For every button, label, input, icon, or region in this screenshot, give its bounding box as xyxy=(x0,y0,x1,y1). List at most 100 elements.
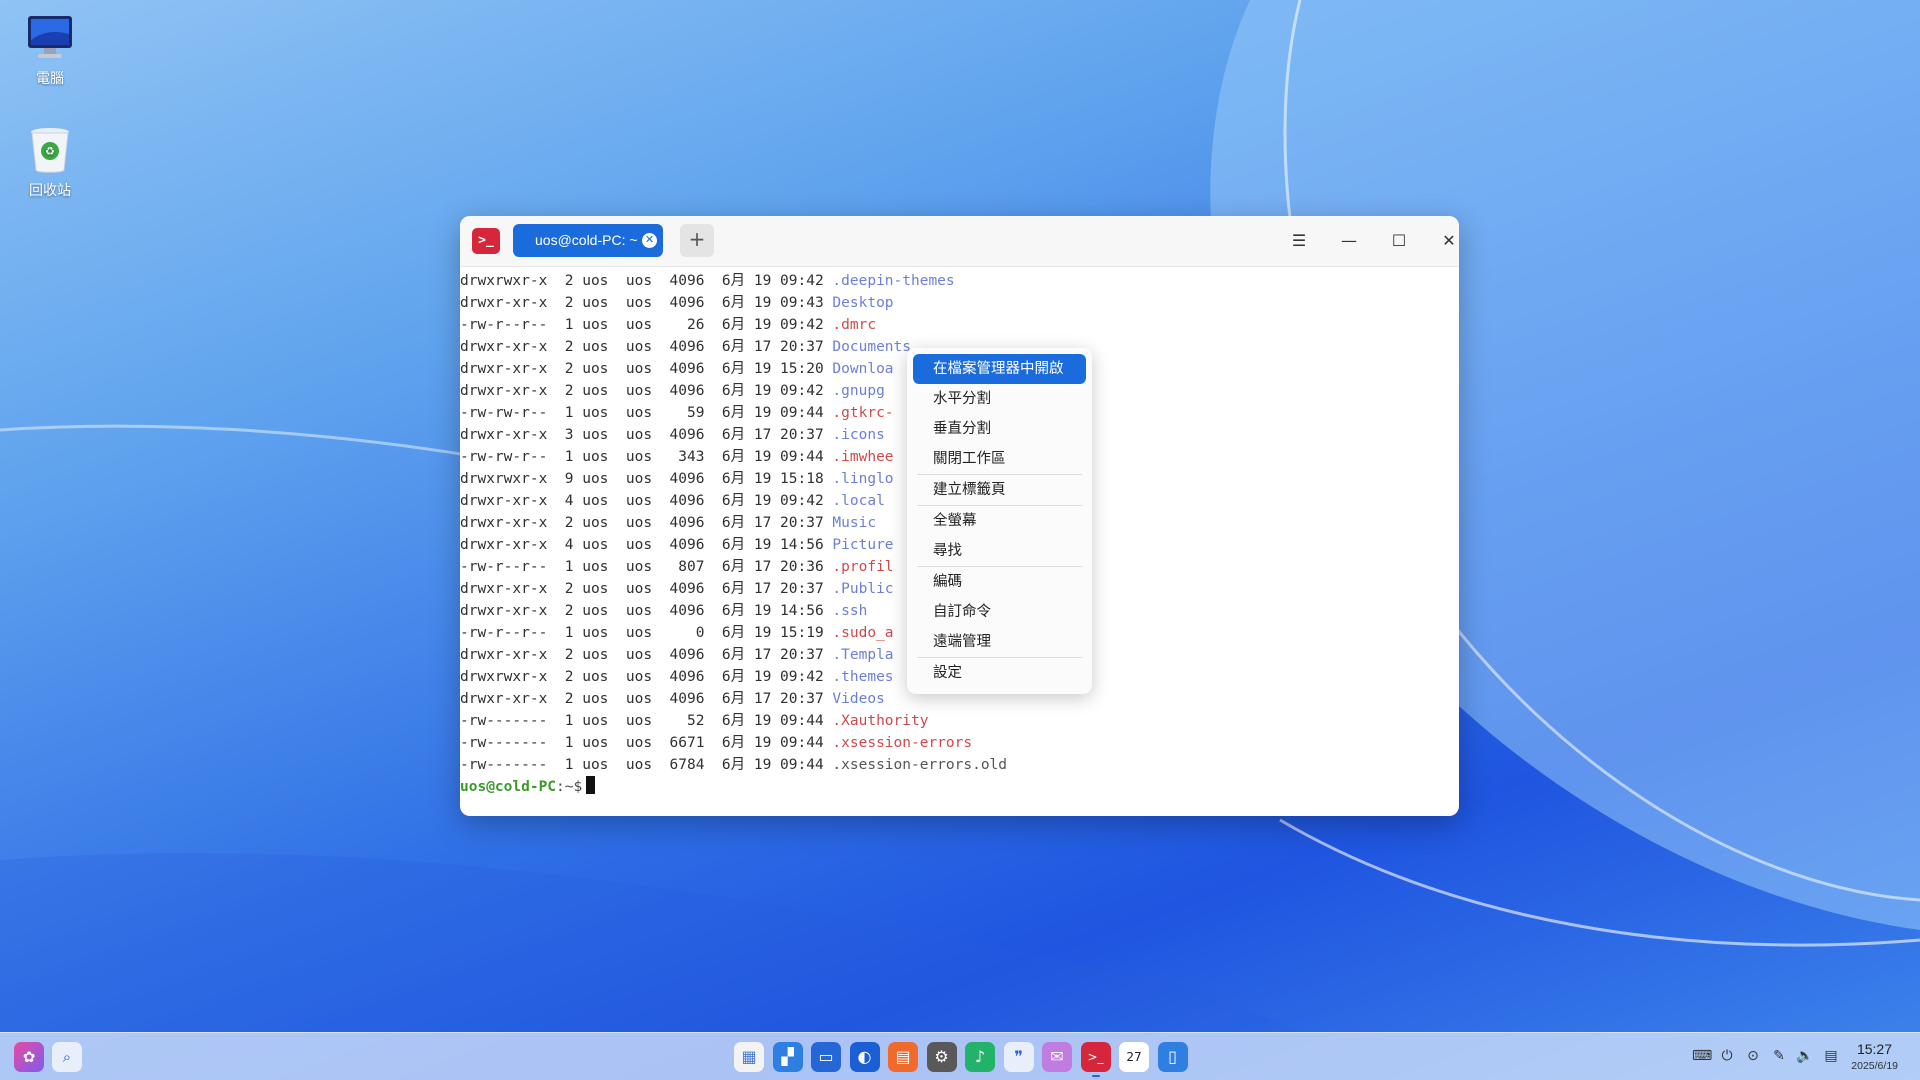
running-indicator xyxy=(1091,1075,1100,1077)
context-menu-item[interactable]: 關閉工作區 xyxy=(913,444,1086,474)
tab-title: uos@cold-PC: ~ xyxy=(535,232,638,248)
volume-icon[interactable]: 🔈 xyxy=(1796,1047,1814,1065)
desktop-icon-label: 電腦 xyxy=(36,71,64,87)
close-tab-icon[interactable]: ✕ xyxy=(642,233,657,248)
power-icon[interactable]: ⏻ xyxy=(1718,1047,1736,1065)
prompt-line[interactable]: uos@cold-PC:~$ xyxy=(460,776,1459,798)
listing-filename: Documents xyxy=(832,339,911,355)
listing-meta: drwxr-xr-x 2 uos uos 4096 6月 19 09:43 xyxy=(460,295,833,311)
listing-filename: .local xyxy=(832,493,885,509)
listing-meta: drwxrwxr-x 9 uos uos 4096 6月 19 15:18 xyxy=(460,471,833,487)
listing-filename: .gtkrc- xyxy=(832,405,894,421)
context-menu-item[interactable]: 建立標籤頁 xyxy=(913,475,1086,505)
context-menu-item[interactable]: 垂直分割 xyxy=(913,414,1086,444)
listing-meta: drwxr-xr-x 3 uos uos 4096 6月 17 20:37 xyxy=(460,427,833,443)
listing-meta: drwxr-xr-x 4 uos uos 4096 6月 19 14:56 xyxy=(460,537,833,553)
listing-meta: drwxr-xr-x 2 uos uos 4096 6月 19 14:56 xyxy=(460,603,833,619)
listing-filename: .imwhee xyxy=(832,449,894,465)
listing-line: -rw-r--r-- 1 uos uos 26 6月 19 09:42 .dmr… xyxy=(460,314,1459,336)
listing-meta: -rw-rw-r-- 1 uos uos 343 6月 19 09:44 xyxy=(460,449,833,465)
title-bar[interactable]: >_ uos@cold-PC: ~ ✕ + ☰ — ☐ ✕ xyxy=(460,216,1459,267)
search-icon[interactable]: ⌕ xyxy=(52,1042,82,1072)
launcher-icon[interactable]: ✿ xyxy=(14,1042,44,1072)
trash-icon: ♻ xyxy=(24,124,76,176)
clock-date: 2025/6/19 xyxy=(1851,1060,1898,1072)
notification-icon[interactable]: ⊙ xyxy=(1744,1047,1762,1065)
listing-meta: drwxr-xr-x 2 uos uos 4096 6月 17 20:37 xyxy=(460,647,833,663)
calendar-icon[interactable]: 27 xyxy=(1119,1042,1149,1072)
maximize-icon[interactable]: ☐ xyxy=(1384,226,1414,256)
close-window-icon[interactable]: ✕ xyxy=(1434,226,1459,256)
pen-icon[interactable]: ✎ xyxy=(1770,1047,1788,1065)
file-manager-icon[interactable]: ▭ xyxy=(811,1042,841,1072)
listing-filename: .Public xyxy=(832,581,894,597)
browser-icon[interactable]: ◐ xyxy=(849,1042,880,1072)
listing-filename: .deepin-themes xyxy=(832,273,955,289)
text-cursor xyxy=(586,776,596,794)
context-menu-item[interactable]: 在檔案管理器中開啟 xyxy=(913,354,1086,384)
minimize-icon[interactable]: — xyxy=(1334,226,1364,256)
app-grid-icon[interactable]: ▦ xyxy=(734,1042,764,1072)
settings-icon[interactable]: ⚙ xyxy=(926,1042,957,1072)
clock-time[interactable]: 15:27 xyxy=(1857,1041,1892,1057)
listing-filename: Picture xyxy=(832,537,894,553)
listing-line: -rw------- 1 uos uos 52 6月 19 09:44 .Xau… xyxy=(460,710,1459,732)
listing-filename: Music xyxy=(832,515,877,531)
listing-meta: -rw------- 1 uos uos 6671 6月 19 09:44 xyxy=(460,735,833,751)
context-menu-item[interactable]: 水平分割 xyxy=(913,384,1086,414)
listing-line: drwxr-xr-x 2 uos uos 4096 6月 19 09:43 De… xyxy=(460,292,1459,314)
listing-meta: -rw-r--r-- 1 uos uos 26 6月 19 09:42 xyxy=(460,317,833,333)
multitask-view-icon[interactable]: ▞ xyxy=(772,1042,803,1072)
listing-meta: -rw------- 1 uos uos 6784 6月 19 09:44 xyxy=(460,757,833,773)
listing-line: -rw------- 1 uos uos 6784 6月 19 09:44 .x… xyxy=(460,754,1459,776)
terminal-app-icon: >_ xyxy=(472,228,500,254)
listing-meta: drwxrwxr-x 2 uos uos 4096 6月 19 09:42 xyxy=(460,273,833,289)
context-menu-item[interactable]: 遠端管理 xyxy=(913,627,1086,657)
listing-filename: .dmrc xyxy=(832,317,877,333)
listing-line: drwxrwxr-x 2 uos uos 4096 6月 19 09:42 .d… xyxy=(460,270,1459,292)
keyboard-icon[interactable]: ⌨ xyxy=(1692,1047,1712,1065)
listing-meta: drwxr-xr-x 2 uos uos 4096 6月 17 20:37 xyxy=(460,515,833,531)
taskbar: ✿ ⌕ ▦ ▞ ▭ ◐ ▤ ⚙ ♪ ❞ ✉ >_ 27 ▯ ⌨ ⏻ ⊙ ✎ 🔈 ▤ 15:27 202… xyxy=(0,1032,1920,1080)
listing-filename: Downloa xyxy=(832,361,894,377)
listing-line: -rw------- 1 uos uos 6671 6月 19 09:44 .x… xyxy=(460,732,1459,754)
listing-filename: .Templa xyxy=(832,647,894,663)
terminal-icon[interactable]: >_ xyxy=(1080,1042,1111,1072)
context-menu-item[interactable]: 設定 xyxy=(913,658,1086,688)
listing-meta: drwxrwxr-x 2 uos uos 4096 6月 19 09:42 xyxy=(460,669,833,685)
listing-filename: .themes xyxy=(832,669,894,685)
tab-terminal[interactable]: uos@cold-PC: ~ ✕ xyxy=(513,224,663,257)
desktop-icon-label: 回收站 xyxy=(29,183,71,199)
listing-filename: .xsession-errors xyxy=(832,735,973,751)
listing-meta: drwxr-xr-x 2 uos uos 4096 6月 19 09:42 xyxy=(460,383,833,399)
listing-meta: drwxr-xr-x 2 uos uos 4096 6月 17 20:37 xyxy=(460,581,833,597)
mail-icon[interactable]: ✉ xyxy=(1042,1042,1072,1072)
context-menu-item[interactable]: 自訂命令 xyxy=(913,597,1086,627)
listing-filename: Videos xyxy=(832,691,885,707)
desktop-icon-computer[interactable]: 電腦 xyxy=(0,12,100,88)
computer-icon xyxy=(24,12,76,64)
menu-icon[interactable]: ☰ xyxy=(1284,226,1314,256)
control-center-icon[interactable]: ▯ xyxy=(1157,1042,1188,1072)
listing-filename: .profil xyxy=(832,559,894,575)
music-icon[interactable]: ♪ xyxy=(965,1042,995,1072)
chat-icon[interactable]: ❞ xyxy=(1003,1042,1034,1072)
listing-meta: drwxr-xr-x 2 uos uos 4096 6月 17 20:37 xyxy=(460,691,833,707)
listing-filename: .icons xyxy=(832,427,885,443)
svg-text:♻: ♻ xyxy=(45,145,55,158)
context-menu-item[interactable]: 全螢幕 xyxy=(913,506,1086,536)
listing-filename: .xsession-errors.old xyxy=(832,757,1008,773)
network-icon[interactable]: ▤ xyxy=(1822,1047,1840,1065)
context-menu-item[interactable]: 編碼 xyxy=(913,567,1086,597)
listing-filename: .gnupg xyxy=(832,383,885,399)
listing-meta: -rw------- 1 uos uos 52 6月 19 09:44 xyxy=(460,713,833,729)
listing-meta: drwxr-xr-x 4 uos uos 4096 6月 19 09:42 xyxy=(460,493,833,509)
listing-meta: drwxr-xr-x 2 uos uos 4096 6月 19 15:20 xyxy=(460,361,833,377)
desktop-icon-trash[interactable]: ♻ 回收站 xyxy=(0,124,100,200)
listing-filename: .ssh xyxy=(832,603,868,619)
new-tab-button[interactable]: + xyxy=(680,224,714,257)
listing-meta: drwxr-xr-x 2 uos uos 4096 6月 17 20:37 xyxy=(460,339,833,355)
prompt-user: uos@cold-PC xyxy=(460,779,557,795)
context-menu-item[interactable]: 尋找 xyxy=(913,536,1086,566)
app-store-icon[interactable]: ▤ xyxy=(888,1042,918,1072)
